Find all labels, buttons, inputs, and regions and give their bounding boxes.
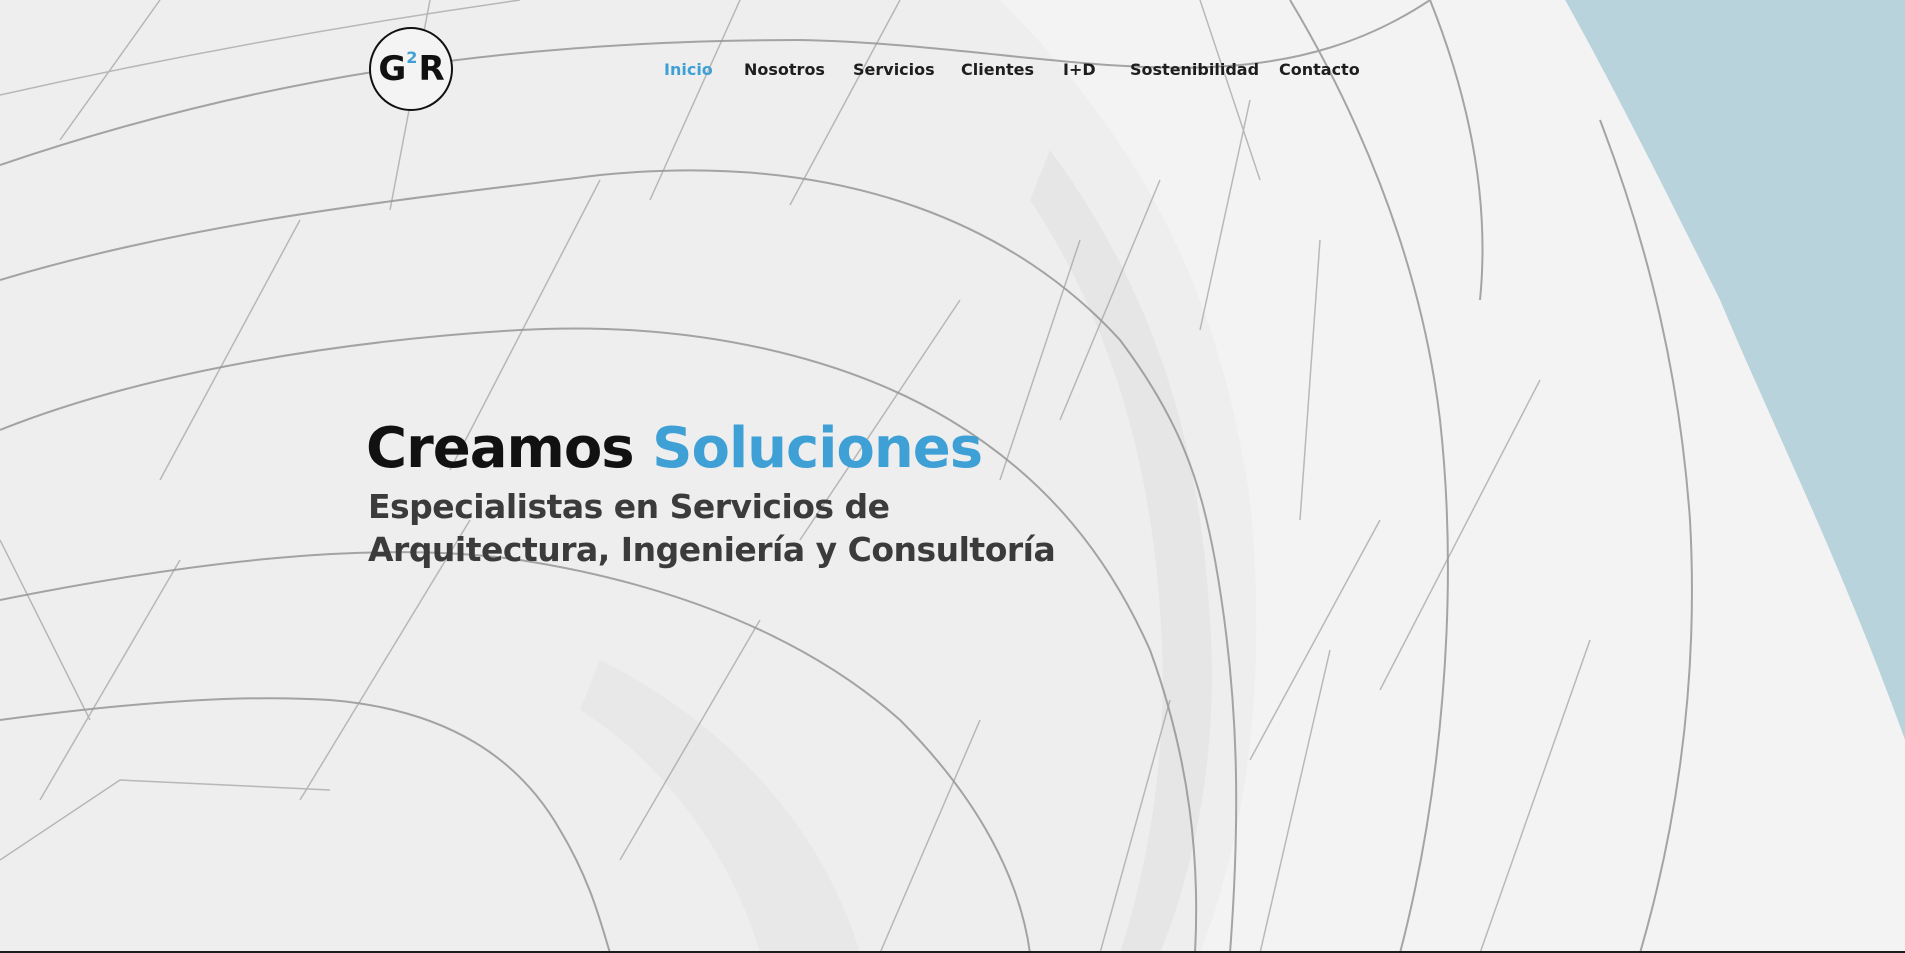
hero-subtitle-line-2: Arquitectura, Ingeniería y Consultoría xyxy=(368,530,1056,569)
hero-title: Creamos Soluciones xyxy=(366,414,983,484)
nav-item-sostenibilidad[interactable]: Sostenibilidad xyxy=(1130,58,1259,82)
nav-item-servicios[interactable]: Servicios xyxy=(853,58,935,82)
nav-item-i-d[interactable]: I+D xyxy=(1063,58,1096,82)
nav-item-inicio[interactable]: Inicio xyxy=(664,58,713,82)
hero-subtitle-line-1: Especialistas en Servicios de xyxy=(368,487,890,526)
hero-title-main: Creamos xyxy=(366,416,635,481)
hero-subtitle: Especialistas en Servicios de Arquitectu… xyxy=(368,485,1128,571)
nav-item-nosotros[interactable]: Nosotros xyxy=(744,58,825,82)
nav-item-clientes[interactable]: Clientes xyxy=(961,58,1034,82)
hero-title-accent: Soluciones xyxy=(652,416,983,481)
nav-item-contacto[interactable]: Contacto xyxy=(1279,58,1360,82)
main-navigation: Inicio Nosotros Servicios Clientes I+D S… xyxy=(0,58,1905,82)
